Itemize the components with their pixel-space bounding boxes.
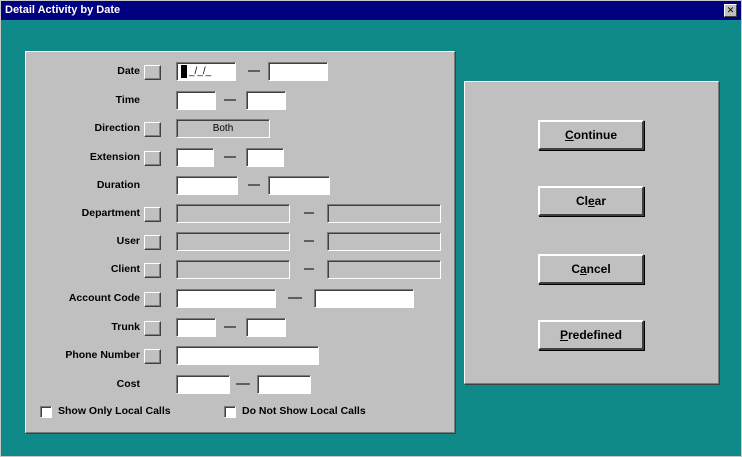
continue-button[interactable]: Continue (538, 120, 644, 150)
clear-mnemonic: e (587, 194, 595, 208)
predefined-mnemonic: P (559, 328, 568, 342)
clear-label-rest: ar (594, 194, 607, 208)
clear-button[interactable]: Clear (538, 186, 644, 216)
clear-label-prefix: Cl (575, 194, 588, 208)
extension-from-field[interactable] (176, 148, 214, 167)
client-row: Client (26, 260, 456, 280)
cost-to-field[interactable] (257, 375, 311, 394)
time-label: Time (115, 94, 140, 106)
range-dash (304, 268, 314, 270)
cancel-button[interactable]: Cancel (538, 254, 644, 284)
range-dash (236, 383, 250, 385)
client-picker-button[interactable] (144, 263, 161, 278)
cost-row: Cost (26, 375, 456, 395)
client-from-field[interactable] (176, 260, 290, 279)
show-only-local-checkbox[interactable] (40, 406, 52, 418)
trunk-to-field[interactable] (246, 318, 286, 337)
cost-label: Cost (116, 378, 140, 390)
cancel-label-prefix: C (571, 262, 580, 276)
range-dash (304, 240, 314, 242)
account-code-picker-button[interactable] (144, 292, 161, 307)
date-label: Date (117, 65, 140, 77)
direction-picker-button[interactable] (144, 122, 161, 137)
direction-field[interactable]: Both (176, 119, 270, 138)
extension-label: Extension (89, 151, 140, 163)
cost-from-field[interactable] (176, 375, 230, 394)
show-only-local-label: Show Only Local Calls (58, 405, 171, 417)
phone-number-picker-button[interactable] (144, 349, 161, 364)
client-to-field[interactable] (327, 260, 441, 279)
filter-panel: Date _/_/_ Time Direction Both Extension (25, 51, 455, 433)
title-bar: Detail Activity by Date ✕ (1, 1, 741, 20)
trunk-picker-button[interactable] (144, 321, 161, 336)
extension-to-field[interactable] (246, 148, 284, 167)
user-row: User (26, 232, 456, 252)
account-code-from-field[interactable] (176, 289, 276, 308)
direction-row: Direction Both (26, 119, 456, 139)
phone-number-field[interactable] (176, 346, 319, 365)
direction-label: Direction (94, 122, 140, 134)
actions-panel: Continue Clear Cancel Predefined (464, 81, 719, 384)
department-row: Department (26, 204, 456, 224)
predefined-label-rest: redefined (568, 328, 623, 342)
phone-number-label: Phone Number (65, 349, 140, 361)
cancel-label-rest: ncel (586, 262, 611, 276)
window-title: Detail Activity by Date (5, 4, 121, 16)
text-cursor (181, 64, 187, 78)
user-from-field[interactable] (176, 232, 290, 251)
range-dash (224, 326, 236, 328)
date-row: Date _/_/_ (26, 62, 456, 82)
range-dash (224, 156, 236, 158)
continue-mnemonic: C (565, 128, 574, 142)
duration-from-field[interactable] (176, 176, 238, 195)
date-to-field[interactable] (268, 62, 328, 81)
trunk-label: Trunk (111, 321, 140, 333)
account-code-label: Account Code (68, 292, 140, 304)
range-dash (288, 297, 302, 299)
predefined-button[interactable]: Predefined (538, 320, 644, 350)
do-not-show-local-label: Do Not Show Local Calls (242, 405, 366, 417)
time-row: Time (26, 91, 456, 111)
department-picker-button[interactable] (144, 207, 161, 222)
account-code-to-field[interactable] (314, 289, 414, 308)
range-dash (248, 184, 260, 186)
department-to-field[interactable] (327, 204, 441, 223)
range-dash (304, 212, 314, 214)
range-dash (224, 99, 236, 101)
department-from-field[interactable] (176, 204, 290, 223)
client-label: Client (110, 263, 140, 275)
extension-row: Extension (26, 148, 456, 168)
date-from-value: _/_/_ (189, 66, 212, 77)
date-picker-button[interactable] (144, 65, 161, 80)
account-code-row: Account Code (26, 289, 456, 309)
detail-activity-window: Detail Activity by Date ✕ Date _/_/_ Tim… (0, 0, 742, 457)
time-to-field[interactable] (246, 91, 286, 110)
duration-to-field[interactable] (268, 176, 330, 195)
close-icon[interactable]: ✕ (724, 4, 737, 17)
duration-row: Duration (26, 176, 456, 196)
user-picker-button[interactable] (144, 235, 161, 250)
department-label: Department (81, 207, 140, 219)
date-from-field[interactable]: _/_/_ (176, 62, 236, 81)
do-not-show-local-checkbox[interactable] (224, 406, 236, 418)
user-to-field[interactable] (327, 232, 441, 251)
time-from-field[interactable] (176, 91, 216, 110)
trunk-from-field[interactable] (176, 318, 216, 337)
duration-label: Duration (96, 179, 140, 191)
cancel-mnemonic: a (579, 262, 587, 276)
user-label: User (116, 235, 140, 247)
range-dash (248, 70, 260, 72)
phone-number-row: Phone Number (26, 346, 456, 366)
trunk-row: Trunk (26, 318, 456, 338)
continue-label-rest: ontinue (573, 128, 617, 142)
extension-picker-button[interactable] (144, 151, 161, 166)
